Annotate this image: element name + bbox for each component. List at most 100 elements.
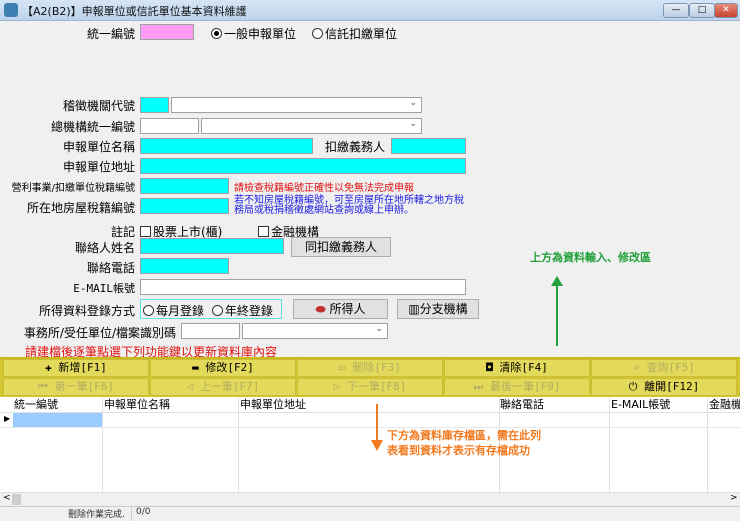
col-phone[interactable]: 聯絡電話 — [500, 397, 544, 413]
scroll-left-icon[interactable]: < — [3, 493, 11, 503]
col-divider — [238, 397, 239, 492]
toolbar-label: 第一筆[F6] — [54, 380, 115, 393]
radio-trust-unit[interactable]: 信託扣繳單位 — [312, 25, 397, 42]
office-select[interactable]: ⌄ — [242, 323, 388, 339]
hint-line: 務局或稅捐稽徵處網站查詢或線上申辦。 — [234, 205, 414, 216]
checkbox-icon — [258, 226, 269, 237]
toolbar-button-5[interactable]: ⌕ 查詢[F5] — [591, 359, 737, 377]
toolbar-label: 新增[F1] — [58, 361, 107, 374]
col-email[interactable]: E-MAIL帳號 — [611, 397, 670, 413]
toolbar-button-9[interactable]: ⏭ 最後一筆[F9] — [444, 378, 590, 396]
contact-phone-label: 聯絡電話 — [86, 261, 135, 275]
toolbar-button-7[interactable]: ◁ 上一筆[F7] — [150, 378, 296, 396]
annotation-line: 表看到資料才表示有存檔成功 — [387, 444, 530, 457]
toolbar-button-6[interactable]: ⏮ 第一筆[F6] — [3, 378, 149, 396]
ubn-label: 統一編號 — [86, 27, 135, 41]
toolbar-icon: ⏭ — [473, 380, 484, 393]
hq-ubn-input[interactable] — [140, 118, 199, 134]
radio-label: 信託扣繳單位 — [325, 27, 398, 41]
radio-yearly[interactable]: 年終登錄 — [211, 304, 273, 318]
row-pointer-icon: ▶ — [4, 414, 11, 423]
toolbar-icon: ◁ — [186, 380, 194, 393]
contact-name-label: 聯絡人姓名 — [74, 241, 135, 255]
window-title: 【A2(B2)】申報單位或信託單位基本資料維護 — [22, 5, 247, 18]
toolbar-label: 離開[F12] — [644, 380, 700, 393]
toolbar-button-8[interactable]: ▷ 下一筆[F8] — [297, 378, 443, 396]
tax-id-input[interactable] — [140, 178, 229, 194]
toolbar-label: 刪除[F3] — [352, 361, 401, 374]
branch-button[interactable]: ▥分支機構 — [397, 299, 479, 319]
close-button[interactable]: ✕ — [714, 3, 738, 18]
agency-code-select[interactable]: ⌄ — [171, 97, 422, 113]
withholder-input[interactable] — [391, 138, 466, 154]
col-unit-address[interactable]: 申報單位地址 — [240, 397, 306, 413]
grid-cell-selected[interactable] — [13, 413, 102, 427]
chevron-down-icon: ⌄ — [409, 98, 417, 108]
scroll-thumb[interactable] — [12, 494, 21, 505]
toolbar-label: 下一筆[F8] — [346, 380, 407, 393]
toolbar-button-3[interactable]: ▭ 刪除[F3] — [297, 359, 443, 377]
note-label: 註記 — [110, 225, 135, 239]
status-divider — [131, 506, 132, 521]
unit-name-input[interactable] — [140, 138, 313, 154]
agency-code-input[interactable] — [140, 97, 169, 113]
radio-icon — [211, 28, 222, 39]
house-tax-label: 所在地房屋稅籍編號 — [26, 201, 135, 215]
scroll-right-icon[interactable]: > — [730, 493, 738, 503]
toolbar-icon: ◘ — [486, 361, 493, 374]
toolbar-label: 清除[F4] — [499, 361, 548, 374]
toolbar-icon: ▷ — [333, 380, 341, 393]
contact-phone-input[interactable] — [140, 258, 229, 274]
agency-code-label: 稽徵機關代號 — [62, 99, 135, 113]
toolbar-icon: ⌕ — [633, 361, 640, 374]
entry-method-label: 所得資料登錄方式 — [38, 304, 135, 318]
unit-address-label: 申報單位地址 — [62, 160, 135, 174]
same-as-withholder-button[interactable]: 同扣繳義務人 — [291, 237, 391, 257]
unit-name-label: 申報單位名稱 — [62, 140, 135, 154]
toolbar-button-10[interactable]: ⏻ 離開[F12] — [591, 378, 737, 396]
col-unit-name[interactable]: 申報單位名稱 — [104, 397, 170, 413]
unit-address-input[interactable] — [140, 158, 466, 174]
radio-icon — [211, 305, 223, 316]
status-count: 0/0 — [136, 507, 151, 517]
contact-name-input[interactable] — [140, 238, 284, 254]
income-person-button[interactable]: ⬬ 所得人 — [293, 299, 388, 319]
toolbar-label: 查詢[F5] — [646, 361, 695, 374]
toolbar-button-2[interactable]: ▬ 修改[F2] — [150, 359, 296, 377]
col-divider — [707, 397, 708, 492]
tax-id-label: 營利事業/扣繳單位稅籍編號 — [11, 183, 135, 194]
button-label: 所得人 — [329, 302, 366, 316]
hq-ubn-select[interactable]: ⌄ — [201, 118, 422, 134]
toolbar-icon: ✚ — [45, 361, 52, 374]
col-divider — [102, 397, 103, 492]
radio-label: 一般申報單位 — [224, 27, 297, 41]
house-tax-input[interactable] — [140, 198, 229, 214]
button-label: 分支機構 — [419, 302, 468, 316]
radio-monthly[interactable]: 每月登錄 — [143, 304, 204, 318]
ubn-input[interactable] — [140, 24, 194, 40]
minimize-button[interactable]: — — [663, 3, 689, 18]
horizontal-scrollbar[interactable]: < > — [0, 492, 740, 506]
person-icon: ⬬ — [315, 302, 326, 316]
toolbar-button-1[interactable]: ✚ 新增[F1] — [3, 359, 149, 377]
toolbar-label: 最後一筆[F9] — [490, 380, 561, 393]
documents-icon: ▥ — [408, 302, 420, 316]
toolbar-label: 上一筆[F7] — [199, 380, 260, 393]
toolbar-label: 修改[F2] — [205, 361, 254, 374]
chevron-down-icon: ⌄ — [375, 324, 383, 334]
col-financial[interactable]: 金融機 — [709, 397, 740, 413]
toolbar-icon: ▭ — [339, 361, 346, 374]
office-input[interactable] — [181, 323, 240, 339]
col-ubn[interactable]: 統一編號 — [14, 397, 58, 413]
radio-general-unit[interactable]: 一般申報單位 — [211, 25, 296, 42]
email-input[interactable] — [140, 279, 466, 295]
toolbar-button-4[interactable]: ◘ 清除[F4] — [444, 359, 590, 377]
annotation-line: 下方為資料庫存檔區，需在此列 — [387, 429, 541, 442]
radio-icon — [312, 28, 323, 39]
col-divider — [609, 397, 610, 492]
radio-label: 年終登錄 — [224, 304, 273, 318]
checkbox-label: 股票上市(櫃) — [153, 225, 223, 239]
status-message: 刪除作業完成. — [68, 510, 125, 520]
maximize-button[interactable]: □ — [689, 3, 715, 18]
orange-down-arrow-icon — [371, 404, 383, 451]
